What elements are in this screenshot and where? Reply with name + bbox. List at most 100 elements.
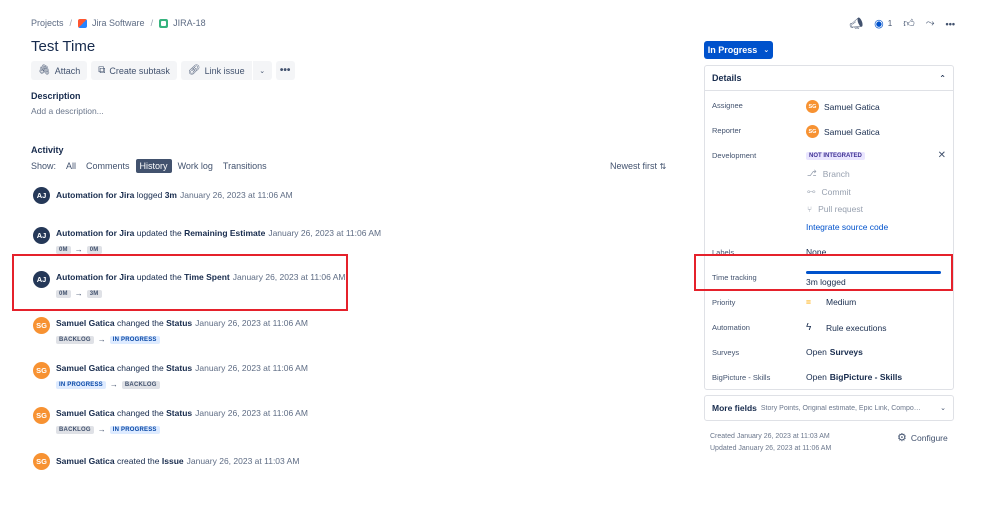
entry-action: changed the	[116, 408, 164, 418]
entry-field: Issue	[161, 456, 184, 466]
avatar[interactable]: AJ	[33, 187, 50, 204]
link-icon: 🔗︎	[187, 65, 201, 76]
avatar[interactable]: AJ	[33, 227, 50, 244]
breadcrumb-separator: /	[150, 18, 154, 28]
share-icon[interactable]: ⤳	[926, 17, 935, 30]
entry-timestamp: January 26, 2023 at 11:06 AM	[268, 228, 382, 238]
surveys-value[interactable]: Open Surveys	[806, 347, 946, 357]
status-button[interactable]: In Progress ⌄	[704, 41, 773, 59]
more-actions-button[interactable]: •••	[275, 61, 295, 80]
assignee-value[interactable]: SG Samuel Gatica	[806, 100, 946, 113]
commit-icon: ⧟	[807, 186, 816, 196]
field-reporter: Reporter SG Samuel Gatica	[712, 125, 946, 138]
chevron-down-icon: ⌄	[763, 47, 770, 54]
chevron-down-icon: ⌄	[940, 405, 946, 412]
entry-actor[interactable]: Samuel Gatica	[56, 363, 115, 373]
issue-header-actions: 📣︎ ◉ 1 👍︎ ⤳ •••	[849, 17, 955, 30]
field-development: Development NOT INTEGRATED ✕	[712, 150, 946, 161]
activity-filters: Show: All Comments History Work log Tran…	[31, 159, 271, 173]
more-icon[interactable]: •••	[946, 19, 955, 29]
thumbs-up-icon[interactable]: 👍︎	[903, 17, 915, 30]
change-to: 3m	[86, 289, 102, 298]
activity-entry: AJ Automation for Jira updated the Time …	[33, 269, 346, 298]
link-issue-label: Link issue	[204, 65, 245, 76]
dev-commit-label: Commit	[821, 186, 851, 197]
automation-text: Rule executions	[826, 322, 887, 333]
entry-action: changed the	[116, 363, 164, 373]
entry-actor[interactable]: Samuel Gatica	[56, 456, 115, 466]
jira-software-icon	[78, 18, 88, 28]
reporter-value[interactable]: SG Samuel Gatica	[806, 125, 946, 138]
automation-value[interactable]: ϟ Rule executions	[806, 322, 946, 333]
change-to: 0m	[86, 245, 102, 254]
entry-actor[interactable]: Automation for Jira	[56, 272, 134, 282]
issue-title[interactable]: Test Time	[31, 38, 95, 55]
change-to: IN PROGRESS	[109, 425, 160, 434]
bigpicture-value[interactable]: Open BigPicture - Skills	[806, 372, 946, 382]
issue-toolbar: 🖇 Attach ⧉ Create subtask 🔗︎ Link issue …	[31, 61, 295, 80]
priority-value[interactable]: = Medium	[806, 297, 946, 307]
filter-comments[interactable]: Comments	[82, 159, 134, 173]
change-to: IN PROGRESS	[109, 335, 160, 344]
watcher-count: 1	[887, 19, 893, 28]
attach-button[interactable]: 🖇 Attach	[31, 61, 88, 80]
arrow-right-icon: →	[109, 380, 118, 389]
field-surveys: Surveys Open Surveys	[712, 347, 946, 357]
priority-name: Medium	[826, 297, 857, 307]
filter-transitions[interactable]: Transitions	[219, 159, 271, 173]
avatar: SG	[806, 100, 819, 113]
close-icon[interactable]: ✕	[938, 150, 946, 161]
entry-timestamp: January 26, 2023 at 11:06 AM	[195, 318, 308, 328]
avatar[interactable]: SG	[33, 453, 50, 470]
change-to: BACKLOG	[121, 380, 160, 389]
entry-field: 3m	[164, 190, 177, 200]
watch-button[interactable]: ◉ 1	[874, 17, 892, 30]
filter-history[interactable]: History	[135, 159, 172, 173]
field-priority: Priority = Medium	[712, 297, 946, 307]
field-label: Priority	[712, 298, 736, 307]
bigpicture-prefix: Open	[806, 372, 827, 382]
activity-entry: SG Samuel Gatica changed the Status Janua…	[33, 360, 308, 389]
details-header[interactable]: Details ⌃	[705, 66, 953, 91]
filter-all[interactable]: All	[62, 159, 80, 173]
avatar[interactable]: AJ	[33, 271, 50, 288]
entry-actor[interactable]: Automation for Jira	[56, 228, 134, 238]
configure-button[interactable]: ⚙ Configure	[897, 431, 948, 444]
description-placeholder[interactable]: Add a description...	[31, 106, 104, 116]
dev-commit: ⧟ Commit	[807, 186, 851, 197]
entry-timestamp: January 26, 2023 at 11:06 AM	[232, 272, 346, 282]
feedback-megaphone-icon[interactable]: 📣︎	[849, 17, 863, 30]
avatar: SG	[806, 125, 819, 138]
chevron-down-icon: ⌄	[259, 67, 266, 75]
reporter-name: Samuel Gatica	[824, 126, 880, 137]
gear-icon: ⚙	[897, 432, 907, 444]
create-subtask-button[interactable]: ⧉ Create subtask	[91, 61, 177, 80]
avatar[interactable]: SG	[33, 362, 50, 379]
change-from: 0m	[56, 245, 71, 254]
entry-actor[interactable]: Automation for Jira	[56, 190, 134, 200]
link-issue-dropdown[interactable]: ⌄	[252, 61, 272, 80]
field-label: Surveys	[712, 348, 740, 357]
bigpicture-name: BigPicture - Skills	[829, 372, 903, 382]
activity-entry: SG Samuel Gatica created the Issue Januar…	[33, 453, 299, 470]
integrate-source-code-link[interactable]: Integrate source code	[806, 222, 888, 232]
entry-actor[interactable]: Samuel Gatica	[56, 318, 115, 328]
breadcrumb-project[interactable]: Jira Software	[92, 18, 145, 28]
activity-entry: SG Samuel Gatica changed the Status Janua…	[33, 405, 308, 434]
filter-work-log[interactable]: Work log	[174, 159, 217, 173]
avatar[interactable]: SG	[33, 317, 50, 334]
avatar[interactable]: SG	[33, 407, 50, 424]
change-from: BACKLOG	[56, 425, 94, 434]
entry-timestamp: January 26, 2023 at 11:06 AM	[195, 408, 308, 418]
sort-toggle[interactable]: Newest first ⇅	[610, 161, 666, 171]
surveys-prefix: Open	[806, 347, 827, 357]
details-panel: Details ⌃ Assignee SG Samuel Gatica Repo…	[704, 65, 954, 390]
entry-actor[interactable]: Samuel Gatica	[56, 408, 115, 418]
entry-action: changed the	[116, 318, 164, 328]
link-issue-button[interactable]: 🔗︎ Link issue	[180, 61, 252, 80]
entry-timestamp: January 26, 2023 at 11:06 AM	[195, 363, 308, 373]
breadcrumb-projects[interactable]: Projects	[31, 18, 64, 28]
breadcrumb-issue-key[interactable]: JIRA-18	[173, 18, 206, 28]
more-fields-section[interactable]: More fields Story Points, Original estim…	[704, 395, 954, 421]
entry-action: updated the	[136, 228, 182, 238]
